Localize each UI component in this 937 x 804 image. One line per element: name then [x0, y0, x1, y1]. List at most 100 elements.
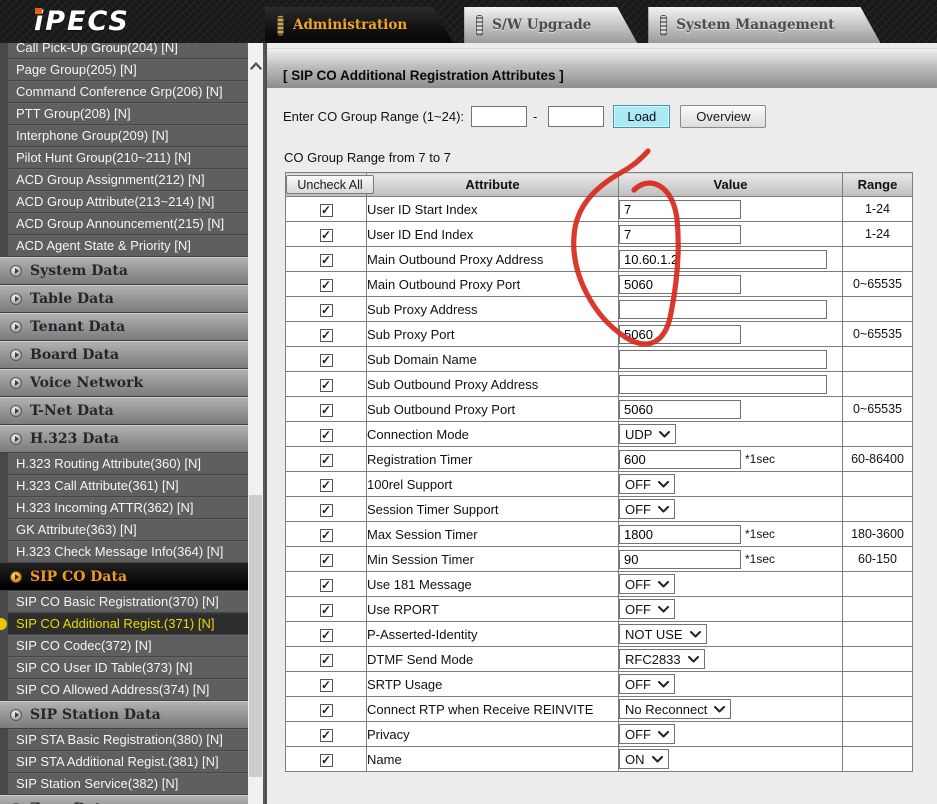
co-group-range-end-input[interactable] — [548, 106, 604, 127]
sidebar-item-h-323-incoming-attr-362-n[interactable]: H.323 Incoming ATTR(362) [N] — [0, 497, 248, 519]
sidebar-item-sip-co-allowed-address-374-n[interactable]: SIP CO Allowed Address(374) [N] — [0, 679, 248, 701]
row-checkbox[interactable]: ✓ — [320, 704, 333, 717]
sidebar-item-h-323-check-message-info-364-n[interactable]: H.323 Check Message Info(364) [N] — [0, 541, 248, 563]
value-select[interactable]: No Reconnect — [619, 699, 731, 719]
sidebar-item-acd-group-assignment-212-n[interactable]: ACD Group Assignment(212) [N] — [0, 169, 248, 191]
value-select[interactable]: RFC2833 — [619, 649, 705, 669]
sidebar-item-command-conference-grp-206-n[interactable]: Command Conference Grp(206) [N] — [0, 81, 248, 103]
value-input[interactable] — [619, 325, 741, 344]
attribute-label: Name — [367, 747, 619, 772]
row-checkbox[interactable]: ✓ — [320, 754, 333, 767]
value-input[interactable] — [619, 375, 827, 394]
sidebar-item-sip-sta-basic-registration-380-n[interactable]: SIP STA Basic Registration(380) [N] — [0, 729, 248, 751]
sidebar-section-sip-station-data[interactable]: SIP Station Data — [0, 701, 248, 729]
value-input[interactable] — [619, 400, 741, 419]
row-checkbox[interactable]: ✓ — [320, 554, 333, 567]
sidebar-section-h-323-data[interactable]: H.323 Data — [0, 425, 248, 453]
sidebar-item-sip-sta-additional-regist-381-n[interactable]: SIP STA Additional Regist.(381) [N] — [0, 751, 248, 773]
sidebar-section-tenant-data[interactable]: Tenant Data — [0, 313, 248, 341]
tab-s-w-upgrade[interactable]: S/W Upgrade — [464, 7, 637, 43]
sidebar-item-ptt-group-208-n[interactable]: PTT Group(208) [N] — [0, 103, 248, 125]
sidebar-section-system-data[interactable]: System Data — [0, 257, 248, 285]
sidebar-section-sip-co-data[interactable]: SIP CO Data — [0, 563, 248, 591]
row-checkbox[interactable]: ✓ — [320, 729, 333, 742]
sidebar-item-sip-co-codec-372-n[interactable]: SIP CO Codec(372) [N] — [0, 635, 248, 657]
row-checkbox[interactable]: ✓ — [320, 229, 333, 242]
sidebar-item-acd-group-announcement-215-n[interactable]: ACD Group Announcement(215) [N] — [0, 213, 248, 235]
table-row-min-session-timer: ✓Min Session Timer*1sec60-150 — [286, 547, 913, 572]
load-button[interactable]: Load — [613, 105, 670, 128]
row-checkbox[interactable]: ✓ — [320, 429, 333, 442]
row-checkbox[interactable]: ✓ — [320, 404, 333, 417]
sidebar-item-gk-attribute-363-n[interactable]: GK Attribute(363) [N] — [0, 519, 248, 541]
value-select[interactable]: OFF — [619, 599, 675, 619]
row-checkbox[interactable]: ✓ — [320, 529, 333, 542]
row-checkbox[interactable]: ✓ — [320, 304, 333, 317]
range-label: 180-3600 — [843, 522, 913, 547]
value-input[interactable] — [619, 275, 741, 294]
row-checkbox[interactable]: ✓ — [320, 279, 333, 292]
row-checkbox[interactable]: ✓ — [320, 254, 333, 267]
row-checkbox[interactable]: ✓ — [320, 604, 333, 617]
sidebar-item-sip-co-additional-regist-371-n[interactable]: SIP CO Additional Regist.(371) [N] — [0, 613, 248, 635]
sidebar-item-acd-group-attribute-213-214-n[interactable]: ACD Group Attribute(213~214) [N] — [0, 191, 248, 213]
scrollbar-thumb[interactable] — [249, 495, 262, 777]
sidebar-section-zone-data[interactable]: Zone Data — [0, 795, 248, 804]
value-input[interactable] — [619, 300, 827, 319]
value-input[interactable] — [619, 225, 741, 244]
row-checkbox[interactable]: ✓ — [320, 329, 333, 342]
value-select[interactable]: OFF — [619, 499, 675, 519]
sidebar-item-sip-co-basic-registration-370-n[interactable]: SIP CO Basic Registration(370) [N] — [0, 591, 248, 613]
value-input[interactable] — [619, 350, 827, 369]
value-select[interactable]: OFF — [619, 674, 675, 694]
tab-administration[interactable]: Administration — [265, 7, 453, 43]
attribute-column-header: Attribute — [367, 173, 619, 197]
row-checkbox[interactable]: ✓ — [320, 629, 333, 642]
row-checkbox[interactable]: ✓ — [320, 679, 333, 692]
row-checkbox[interactable]: ✓ — [320, 204, 333, 217]
value-input[interactable] — [619, 525, 741, 544]
sidebar-item-call-pick-up-group-204-n[interactable]: Call Pick-Up Group(204) [N] — [0, 43, 248, 59]
range-form-label: Enter CO Group Range (1~24): — [283, 109, 464, 124]
value-input[interactable] — [619, 250, 827, 269]
table-row-p-asserted-identity: ✓P-Asserted-IdentityNOT USE — [286, 622, 913, 647]
sidebar-section-t-net-data[interactable]: T-Net Data — [0, 397, 248, 425]
value-select[interactable]: OFF — [619, 474, 675, 494]
co-group-range-start-input[interactable] — [471, 106, 527, 127]
value-input[interactable] — [619, 450, 741, 469]
attribute-label: 100rel Support — [367, 472, 619, 497]
value-input[interactable] — [619, 200, 741, 219]
sidebar-section-voice-network[interactable]: Voice Network — [0, 369, 248, 397]
sidebar-section-table-data[interactable]: Table Data — [0, 285, 248, 313]
value-select[interactable]: ON — [619, 749, 669, 769]
sidebar-item-pilot-hunt-group-210-211-n[interactable]: Pilot Hunt Group(210~211) [N] — [0, 147, 248, 169]
row-checkbox[interactable]: ✓ — [320, 354, 333, 367]
uncheck-all-button[interactable]: Uncheck All — [286, 175, 374, 194]
sidebar-item-sip-co-user-id-table-373-n[interactable]: SIP CO User ID Table(373) [N] — [0, 657, 248, 679]
sidebar-section-board-data[interactable]: Board Data — [0, 341, 248, 369]
sidebar-item-page-group-205-n[interactable]: Page Group(205) [N] — [0, 59, 248, 81]
overview-button[interactable]: Overview — [680, 105, 766, 128]
value-select[interactable]: OFF — [619, 724, 675, 744]
sidebar-scrollbar[interactable] — [248, 43, 263, 804]
row-checkbox[interactable]: ✓ — [320, 654, 333, 667]
row-checkbox[interactable]: ✓ — [320, 479, 333, 492]
sidebar-item-interphone-group-209-n[interactable]: Interphone Group(209) [N] — [0, 125, 248, 147]
value-select[interactable]: UDP — [619, 424, 676, 444]
sidebar-item-sip-station-service-382-n[interactable]: SIP Station Service(382) [N] — [0, 773, 248, 795]
sidebar-item-acd-agent-state-priority-n[interactable]: ACD Agent State & Priority [N] — [0, 235, 248, 257]
row-checkbox[interactable]: ✓ — [320, 579, 333, 592]
row-checkbox[interactable]: ✓ — [320, 454, 333, 467]
row-checkbox[interactable]: ✓ — [320, 504, 333, 517]
tab-system-management[interactable]: System Management — [648, 7, 880, 43]
attribute-label: Sub Outbound Proxy Address — [367, 372, 619, 397]
value-input[interactable] — [619, 550, 741, 569]
sidebar-item-h-323-call-attribute-361-n[interactable]: H.323 Call Attribute(361) [N] — [0, 475, 248, 497]
value-select[interactable]: OFF — [619, 574, 675, 594]
value-select[interactable]: NOT USE — [619, 624, 707, 644]
active-item-marker-icon — [0, 618, 7, 630]
row-checkbox[interactable]: ✓ — [320, 379, 333, 392]
sidebar-item-h-323-routing-attribute-360-n[interactable]: H.323 Routing Attribute(360) [N] — [0, 453, 248, 475]
scroll-up-button[interactable] — [248, 57, 263, 75]
range-label — [843, 372, 913, 397]
